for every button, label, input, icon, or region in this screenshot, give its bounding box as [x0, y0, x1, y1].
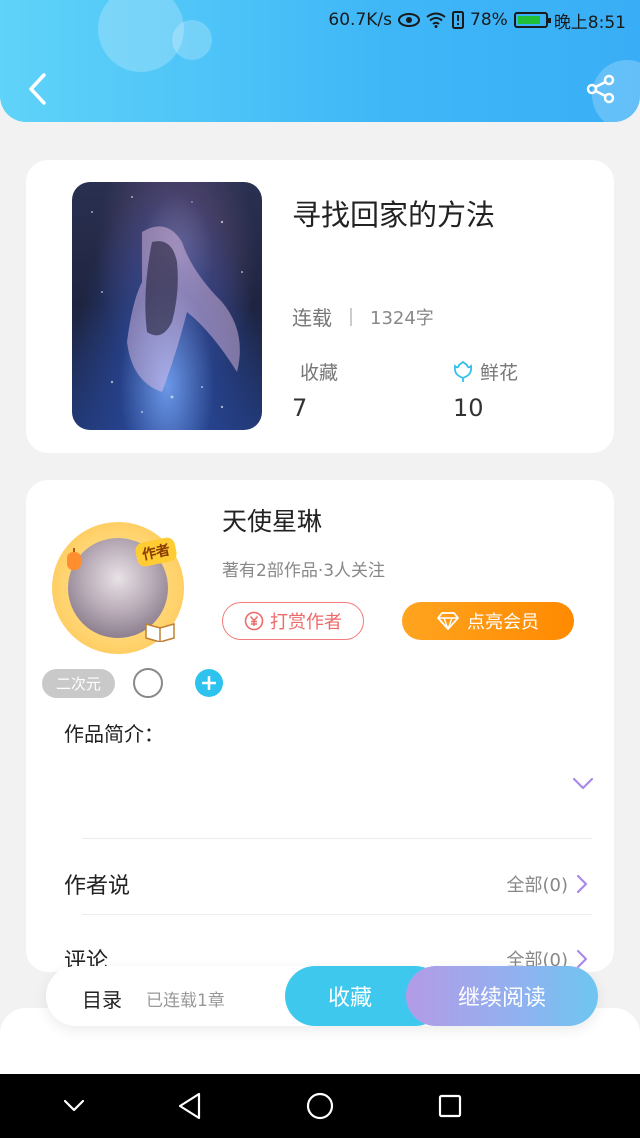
diamond-icon	[437, 612, 459, 630]
author-name[interactable]: 天使星琳	[222, 502, 322, 538]
book-meta: 连载 1324字	[292, 302, 434, 331]
nav-back-button[interactable]	[174, 1090, 206, 1122]
intro-label: 作品简介：	[64, 722, 164, 746]
square-recents-icon	[438, 1094, 462, 1118]
action-bar: 目录 已连载1章 收藏 继续阅读	[46, 966, 598, 1026]
continue-reading-button[interactable]: 继续阅读	[406, 966, 598, 1026]
flower-icon	[453, 360, 473, 382]
triangle-back-icon	[178, 1092, 201, 1120]
battery-icon	[513, 12, 551, 28]
system-nav-bar	[0, 1074, 640, 1138]
chapter-count: 已连载1章	[146, 991, 225, 1011]
toc-button[interactable]: 目录	[82, 984, 122, 1013]
header: 60.7K/s 78% 晚上8:51	[0, 0, 640, 122]
status-bar: 60.7K/s 78% 晚上8:51	[328, 8, 626, 33]
network-speed: 60.7K/s	[328, 10, 393, 30]
lantern-icon	[67, 548, 81, 570]
author-says-count: 全部(0)	[506, 875, 569, 896]
flowers-count: 10	[453, 394, 484, 422]
expand-intro-button[interactable]	[572, 776, 594, 795]
clock: 晚上8:51	[553, 12, 626, 33]
genre-tag[interactable]: 二次元	[42, 668, 116, 698]
chevron-left-icon	[29, 73, 46, 105]
tag-row: 二次元	[42, 668, 224, 698]
back-button[interactable]	[22, 70, 52, 108]
sim-alert-icon	[452, 11, 465, 29]
plus-icon	[202, 676, 217, 690]
flowers-label-text: 鲜花	[480, 362, 519, 384]
favorites-count: 7	[292, 394, 308, 422]
yuan-coin-icon	[244, 611, 264, 631]
nav-recents-button[interactable]	[434, 1090, 466, 1122]
decor-bubble	[172, 20, 212, 60]
reward-author-label: 打赏作者	[270, 612, 342, 633]
vip-button[interactable]: 点亮会员	[402, 602, 574, 640]
author-says-label: 作者说	[64, 874, 131, 899]
decor-bubble	[98, 0, 184, 72]
share-button[interactable]	[584, 72, 618, 106]
chevron-right-icon	[576, 874, 588, 894]
empty-tag-circle[interactable]	[133, 668, 164, 698]
flowers-label: 鲜花	[452, 358, 518, 385]
author-badge: 作者	[133, 536, 179, 568]
book-cover[interactable]	[72, 182, 262, 430]
nav-collapse-button[interactable]	[58, 1090, 90, 1122]
add-tag-button[interactable]	[195, 669, 224, 697]
avatar[interactable]: 作者	[52, 522, 184, 654]
favorites-label-text: 收藏	[300, 362, 339, 384]
chevron-down-icon	[572, 777, 594, 790]
reward-author-button[interactable]: 打赏作者	[222, 602, 364, 640]
chevron-right-icon	[576, 949, 588, 969]
book-info-card: 寻找回家的方法 连载 1324字 收藏 7 鲜花 10	[26, 160, 614, 453]
battery-percent: 78%	[470, 10, 508, 30]
cover-illustration	[91, 196, 243, 413]
author-stats: 著有2部作品·3人关注	[222, 561, 386, 581]
vip-label: 点亮会员	[467, 612, 539, 633]
book-status: 连载	[292, 306, 332, 330]
book-icon	[145, 623, 175, 642]
favorites-label: 收藏	[300, 358, 338, 385]
nav-home-button[interactable]	[304, 1090, 336, 1122]
eye-icon	[398, 12, 421, 28]
word-count: 1324字	[370, 307, 434, 329]
share-icon	[586, 74, 615, 104]
divider	[350, 307, 352, 326]
chevron-down-icon	[63, 1099, 85, 1112]
author-says-link[interactable]: 全部(0)	[507, 871, 589, 897]
book-title: 寻找回家的方法	[292, 198, 496, 232]
wifi-icon	[426, 12, 446, 28]
circle-home-icon	[306, 1092, 334, 1120]
author-card: 作者 天使星琳 著有2部作品·3人关注 打赏作者 点亮会员 二次元 作品简介：	[26, 480, 614, 974]
divider	[82, 838, 592, 839]
divider	[82, 914, 592, 915]
